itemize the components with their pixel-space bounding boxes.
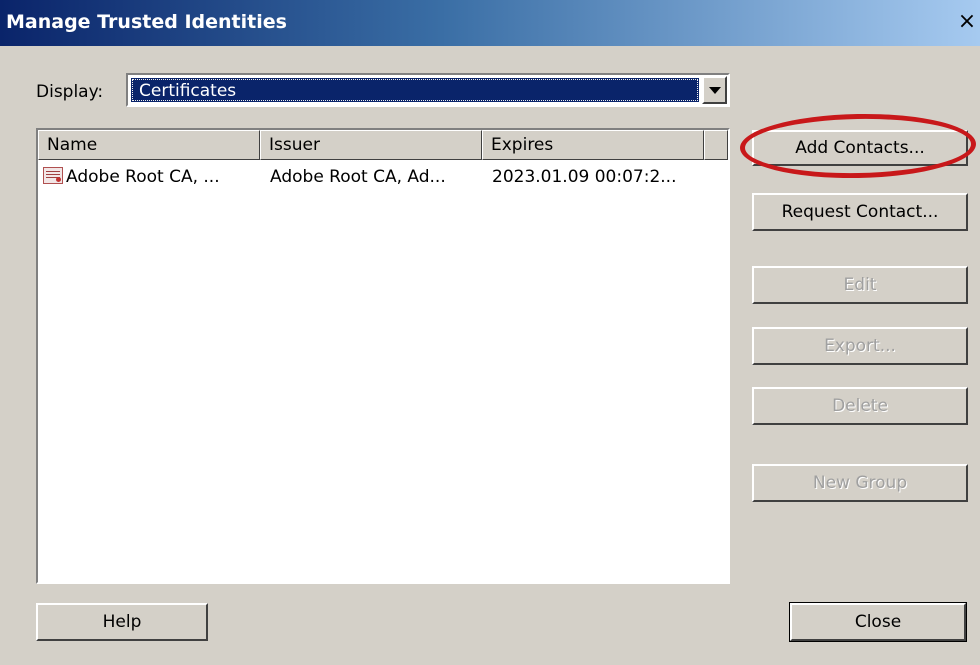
list-header: Name Issuer Expires xyxy=(38,130,728,160)
dropdown-arrow-button[interactable] xyxy=(702,76,727,104)
edit-button[interactable]: Edit xyxy=(752,266,968,304)
display-dropdown[interactable]: Certificates xyxy=(126,73,730,107)
column-header-issuer[interactable]: Issuer xyxy=(260,130,482,160)
close-icon[interactable]: × xyxy=(954,8,980,36)
request-contact-button[interactable]: Request Contact... xyxy=(752,193,968,231)
certificate-icon xyxy=(43,167,63,184)
help-button[interactable]: Help xyxy=(36,603,208,641)
close-button[interactable]: Close xyxy=(789,602,967,642)
chevron-down-icon xyxy=(709,87,721,94)
window-title: Manage Trusted Identities xyxy=(6,11,287,33)
display-selected-value: Certificates xyxy=(131,78,699,102)
highlight-annotation xyxy=(739,111,977,181)
cell-issuer: Adobe Root CA, Ad... xyxy=(270,167,446,187)
cell-expires: 2023.01.09 00:07:2... xyxy=(492,167,677,187)
column-header-name[interactable]: Name xyxy=(38,130,260,160)
new-group-button[interactable]: New Group xyxy=(752,464,968,502)
delete-button[interactable]: Delete xyxy=(752,387,968,425)
display-label: Display: xyxy=(36,82,104,102)
export-button[interactable]: Export... xyxy=(752,327,968,365)
identities-list[interactable]: Name Issuer Expires Adobe Root CA, ... A… xyxy=(36,128,730,584)
cell-name: Adobe Root CA, ... xyxy=(66,167,220,187)
table-row[interactable]: Adobe Root CA, ... Adobe Root CA, Ad... … xyxy=(38,164,728,190)
title-bar[interactable]: Manage Trusted Identities × xyxy=(0,0,980,46)
column-header-filler xyxy=(704,130,728,160)
column-header-expires[interactable]: Expires xyxy=(482,130,704,160)
